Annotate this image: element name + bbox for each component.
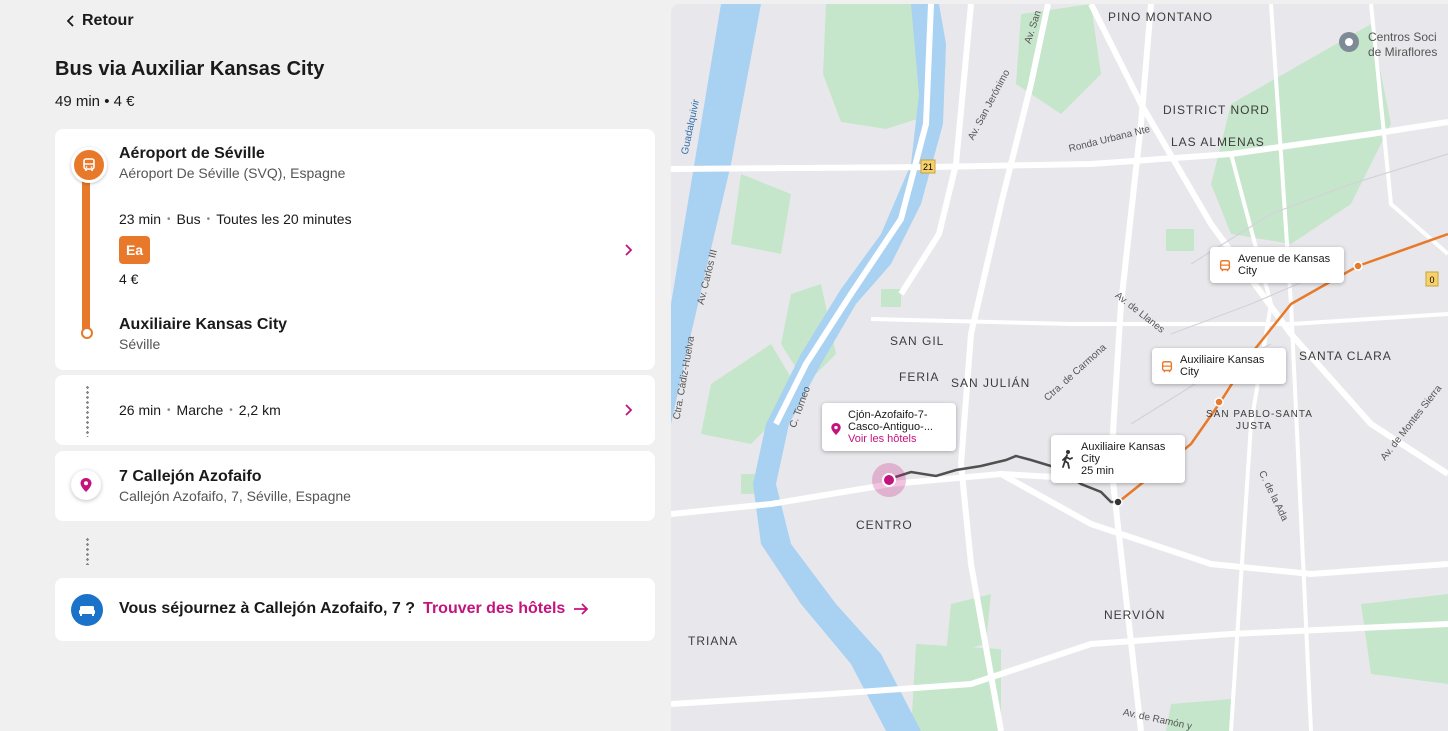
poi-label[interactable]: Centros Soci de Miraflores xyxy=(1368,30,1437,60)
hotel-prompt-row: Vous séjournez à Callejón Azofaifo, 7 ? … xyxy=(119,600,589,618)
bus-icon xyxy=(1219,260,1231,272)
bus-timeline xyxy=(82,159,90,332)
bus-segment-card[interactable]: Aéroport de Séville Aéroport De Séville … xyxy=(55,129,655,370)
bus-mode: Bus xyxy=(176,211,201,227)
back-label: Retour xyxy=(82,12,134,29)
itinerary-panel: Retour Bus via Auxiliar Kansas City 49 m… xyxy=(0,0,670,731)
area-label: PINO MONTANO xyxy=(1108,10,1214,24)
view-hotels-link[interactable]: Voir les hôtels xyxy=(848,433,933,445)
walk-mode: Marche xyxy=(176,402,224,418)
destination-sub: Callejón Azofaifo, 7, Séville, Espagne xyxy=(119,488,351,504)
dotted-connector xyxy=(86,537,89,565)
dest-stop-name: Auxiliaire Kansas City xyxy=(119,316,288,333)
area-label: TRIANA xyxy=(688,634,739,648)
area-label: NERVIÓN xyxy=(1104,608,1166,622)
bus-icon xyxy=(1161,361,1173,373)
area-label: LAS ALMENAS xyxy=(1171,135,1265,149)
walking-person-icon xyxy=(1062,450,1073,469)
origin-name: Aéroport de Séville xyxy=(119,145,265,162)
destination-card: 7 Callejón Azofaifo Callejón Azofaifo, 7… xyxy=(55,451,655,521)
destination-name: 7 Callejón Azofaifo xyxy=(119,468,262,485)
walk-dotted-line xyxy=(86,385,89,437)
location-pin-icon xyxy=(71,470,101,500)
area-label: DISTRICT NORD xyxy=(1163,103,1270,117)
hotel-suggestion-card: Vous séjournez à Callejón Azofaifo, 7 ? … xyxy=(55,578,655,641)
chevron-right-icon[interactable] xyxy=(621,403,635,417)
bus-stop-callout[interactable]: Auxiliaire Kansas City xyxy=(1152,348,1286,384)
road-number-21: 21 xyxy=(923,162,933,172)
area-label: SAN PABLO-SANTA xyxy=(1206,409,1313,420)
bed-icon xyxy=(71,594,103,626)
map-base: 21 0 xyxy=(671,4,1448,731)
bus-line-badge: Ea xyxy=(119,236,150,264)
walk-distance: 2,2 km xyxy=(238,402,281,418)
bus-price: 4 € xyxy=(119,271,139,287)
area-label: SANTA CLARA xyxy=(1299,349,1392,363)
back-button[interactable]: Retour xyxy=(64,12,134,30)
area-label: SAN GIL xyxy=(890,334,945,348)
arrow-right-icon xyxy=(574,603,589,615)
walk-info-line: 26 min • Marche • 2,2 km xyxy=(119,402,281,418)
destination-callout[interactable]: Cjón-Azofaifo-7- Casco-Antiguo-... Voir … xyxy=(822,403,956,451)
origin-sub: Aéroport De Séville (SVQ), Espagne xyxy=(119,165,346,181)
find-hotels-label: Trouver des hôtels xyxy=(423,600,566,617)
walk-duration: 26 min xyxy=(119,402,162,418)
hotel-prompt: Vous séjournez à Callejón Azofaifo, 7 ? xyxy=(119,600,416,617)
walk-segment-card[interactable]: 26 min • Marche • 2,2 km xyxy=(55,375,655,445)
chevron-left-icon xyxy=(66,15,74,27)
location-pin-icon xyxy=(831,423,841,435)
area-label: SAN JULIÁN xyxy=(951,376,1031,390)
chevron-right-icon[interactable] xyxy=(621,243,635,257)
route-title: Bus via Auxiliar Kansas City xyxy=(55,58,325,80)
area-label: CENTRO xyxy=(856,518,913,532)
timeline-end-dot xyxy=(81,327,93,339)
walk-callout[interactable]: Auxiliaire Kansas City 25 min xyxy=(1051,435,1185,483)
dest-stop-sub: Séville xyxy=(119,336,161,352)
bus-stop-callout[interactable]: Avenue de Kansas City xyxy=(1210,247,1344,283)
bus-duration: 23 min xyxy=(119,211,162,227)
find-hotels-link[interactable]: Trouver des hôtels xyxy=(423,600,589,618)
bus-info-line: 23 min • Bus • Toutes les 20 minutes xyxy=(119,211,352,227)
area-label: JUSTA xyxy=(1236,421,1272,432)
bus-frequency: Toutes les 20 minutes xyxy=(216,211,352,227)
area-label: FERIA xyxy=(899,370,940,384)
route-summary: 49 min • 4 € xyxy=(55,93,135,110)
map-view[interactable]: 21 0 PINO MONTANO DISTRICT NORD LAS ALME… xyxy=(671,4,1448,731)
road-number-0: 0 xyxy=(1429,275,1434,285)
bus-icon xyxy=(71,147,107,183)
